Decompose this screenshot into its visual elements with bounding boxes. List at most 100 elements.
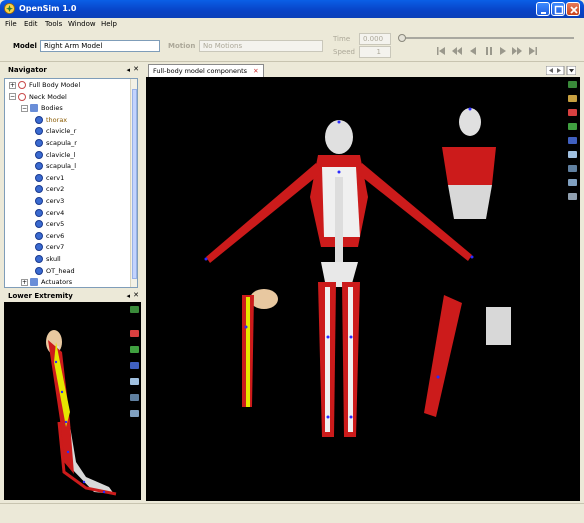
neck-model (442, 108, 496, 219)
view-side-icon[interactable] (130, 346, 139, 353)
tab-full-body-model[interactable]: Full-body model components ✕ (148, 64, 264, 77)
menu-tools[interactable]: Tools (45, 20, 62, 28)
tree-item-label: cerv5 (46, 220, 65, 229)
opensim-app-icon (4, 3, 15, 14)
minimize-button[interactable] (536, 2, 550, 16)
view-side-icon[interactable] (568, 123, 577, 130)
leg-model (242, 289, 278, 407)
time-label: Time (333, 35, 351, 43)
time-slider-track[interactable] (402, 37, 574, 39)
menu-bar: File Edit Tools Window Help (0, 18, 584, 31)
menu-help[interactable]: Help (101, 20, 117, 28)
go-to-end-icon[interactable] (528, 46, 538, 56)
tree-item[interactable]: cerv4 (35, 208, 64, 220)
view-top-icon[interactable] (130, 362, 139, 369)
body-icon (35, 255, 43, 263)
expand-icon[interactable]: + (21, 278, 28, 286)
body-icon (35, 220, 43, 229)
view-back-icon[interactable] (568, 151, 577, 158)
tree-item-label: cerv6 (46, 231, 65, 240)
motion-field[interactable]: No Motions (199, 40, 323, 52)
close-panel-icon[interactable]: ✕ (133, 65, 139, 73)
title-bar: OpenSim 1.0 (0, 0, 584, 18)
fit-icon[interactable] (130, 410, 139, 417)
go-to-start-icon[interactable] (436, 46, 446, 56)
tree-item[interactable]: scapula_l (35, 162, 76, 173)
tree-item[interactable]: cerv1 (35, 173, 64, 185)
body-icon (35, 150, 43, 159)
menu-window[interactable]: Window (68, 20, 96, 28)
full-body-render (204, 107, 511, 437)
tree-item[interactable]: − Bodies (21, 104, 63, 115)
play-reverse-icon[interactable] (468, 46, 478, 56)
expand-icon[interactable]: + (9, 81, 16, 89)
time-field[interactable]: 0.000 (359, 33, 391, 45)
tree-item-label: Full Body Model (29, 81, 81, 89)
tree-item-label: skull (46, 255, 61, 263)
tree-item-label: cerv3 (46, 197, 65, 205)
speed-label: Speed (333, 48, 355, 56)
snapshot-icon[interactable] (568, 95, 577, 102)
tree-item[interactable]: scapula_r (35, 139, 77, 150)
tree-item[interactable]: + Actuators (21, 278, 73, 287)
menu-edit[interactable]: Edit (24, 20, 38, 28)
view-front-icon[interactable] (130, 330, 139, 337)
tree-item[interactable]: skull (35, 255, 61, 266)
tree-item-label: Neck Model (29, 92, 67, 101)
tree-item[interactable]: cerv5 (35, 220, 64, 231)
close-button[interactable] (566, 2, 580, 16)
navigator-scrollbar[interactable] (130, 79, 137, 287)
lower-view-toolbar (130, 306, 140, 436)
tree-item-label: cerv7 (46, 243, 65, 252)
time-slider-knob[interactable] (398, 34, 406, 42)
maximize-button[interactable] (551, 2, 565, 16)
body-icon (35, 185, 43, 194)
zoom-icon[interactable] (568, 165, 577, 172)
fit-icon[interactable] (568, 179, 577, 186)
tree-item[interactable]: clavicle_l (35, 150, 75, 162)
tree-item-label: scapula_l (46, 162, 77, 171)
axes-icon[interactable] (130, 306, 139, 313)
collapse-icon[interactable]: − (9, 93, 16, 101)
tab-close-icon[interactable]: ✕ (253, 67, 258, 75)
collapse-icon[interactable]: − (21, 104, 28, 112)
view-back-icon[interactable] (130, 378, 139, 385)
body-icon (35, 162, 43, 171)
tab-label: Full-body model components (153, 67, 248, 75)
tree-item[interactable]: cerv7 (35, 243, 64, 254)
minimize-panel-icon[interactable]: ◂ (126, 292, 130, 300)
tree-item[interactable]: clavicle_r (35, 127, 76, 138)
tree-item[interactable]: OT_head (35, 266, 75, 278)
body-icon (35, 115, 43, 124)
tree-item[interactable]: cerv2 (35, 185, 64, 196)
speed-field[interactable]: 1 (359, 46, 391, 58)
tree-item[interactable]: thorax (35, 115, 67, 127)
play-icon[interactable] (498, 46, 508, 56)
navigator-tree: + Full Body Model − Neck Model − Bodies thorax… (4, 78, 138, 288)
minimize-panel-icon[interactable]: ◂ (126, 66, 130, 74)
model-field[interactable]: Right Arm Model (40, 40, 160, 52)
tree-item[interactable]: + Full Body Model (9, 81, 80, 92)
step-back-icon[interactable] (452, 46, 462, 56)
zoom-icon[interactable] (130, 394, 139, 401)
tree-item[interactable]: cerv3 (35, 197, 64, 208)
view-top-icon[interactable] (568, 137, 577, 144)
lower-extremity-viewport[interactable] (4, 302, 141, 500)
tree-item[interactable]: − Neck Model (9, 92, 67, 104)
close-panel-icon[interactable]: ✕ (133, 291, 139, 299)
tree-item[interactable]: cerv6 (35, 231, 65, 243)
pause-icon[interactable] (484, 46, 494, 56)
axes-icon[interactable] (568, 81, 577, 88)
model-icon (18, 92, 26, 101)
tab-nav-icons[interactable] (546, 66, 576, 75)
leg-model-render (46, 330, 117, 496)
folder-icon (30, 278, 38, 287)
step-forward-icon[interactable] (512, 46, 522, 56)
menu-file[interactable]: File (5, 20, 17, 28)
scrollbar-thumb[interactable] (132, 89, 137, 279)
main-3d-viewport[interactable] (146, 77, 580, 501)
tree-item-label: cerv2 (46, 185, 65, 194)
tree-item-label: Actuators (41, 278, 73, 287)
view-front-icon[interactable] (568, 109, 577, 116)
reset-view-icon[interactable] (568, 193, 577, 200)
